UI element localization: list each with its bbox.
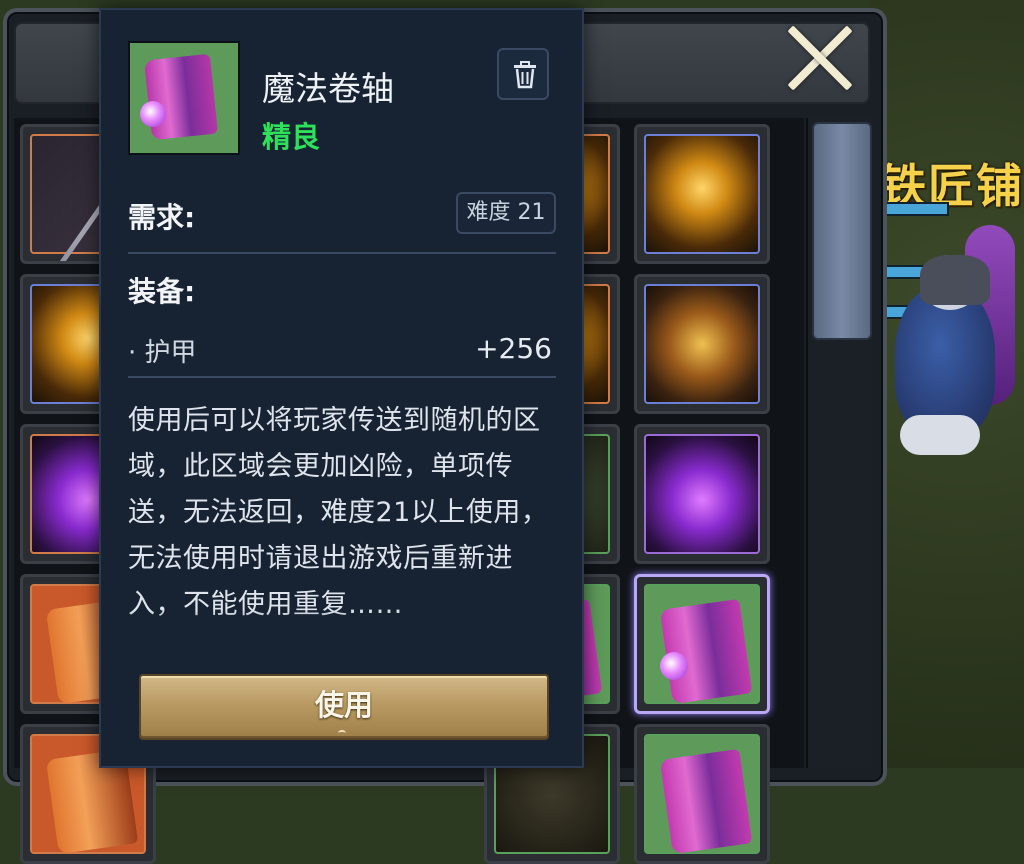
npc-health-bar [883,202,949,216]
item-name: 魔法卷轴 [262,69,394,108]
description-fade [128,610,558,646]
equip-label: 装备: [128,275,196,308]
stat-name: · 护甲 [128,338,197,368]
golden-helmet-icon [644,134,760,254]
trash-icon [514,61,536,89]
requirement-label: 需求: [128,201,196,234]
item-description: 使用后可以将玩家传送到随机的区域，此区域会更加凶险，单项传送，无法返回，难度21… [128,405,549,620]
close-icon[interactable] [776,14,862,100]
item-tooltip: 魔法卷轴 精良 需求: 难度 21 装备: · 护甲 +256 使用后可以将玩家… [99,8,584,768]
magic-scroll-icon [128,41,240,155]
item-slot[interactable] [634,124,770,264]
purple-warrior-icon [644,434,760,554]
stat-value: +256 [475,332,552,365]
item-quality: 精良 [262,120,321,154]
magic-scroll-icon [644,584,760,705]
blacksmith-npc[interactable] [885,225,1015,475]
use-button[interactable]: 使用 [139,674,549,740]
difficulty-badge: 难度 21 [456,192,556,234]
divider [128,252,556,254]
inventory-scrollbar[interactable] [806,118,872,768]
npc-head [920,255,990,310]
item-slot[interactable] [634,424,770,564]
npc-feet [900,415,980,455]
divider [128,376,556,378]
trash-button[interactable] [497,48,549,100]
item-slot[interactable] [634,724,770,864]
item-slot[interactable] [634,274,770,414]
scrollbar-thumb[interactable] [812,122,872,340]
magic-scroll-icon [644,734,760,855]
item-slot-selected[interactable] [634,574,770,714]
golden-armor-icon [644,284,760,404]
